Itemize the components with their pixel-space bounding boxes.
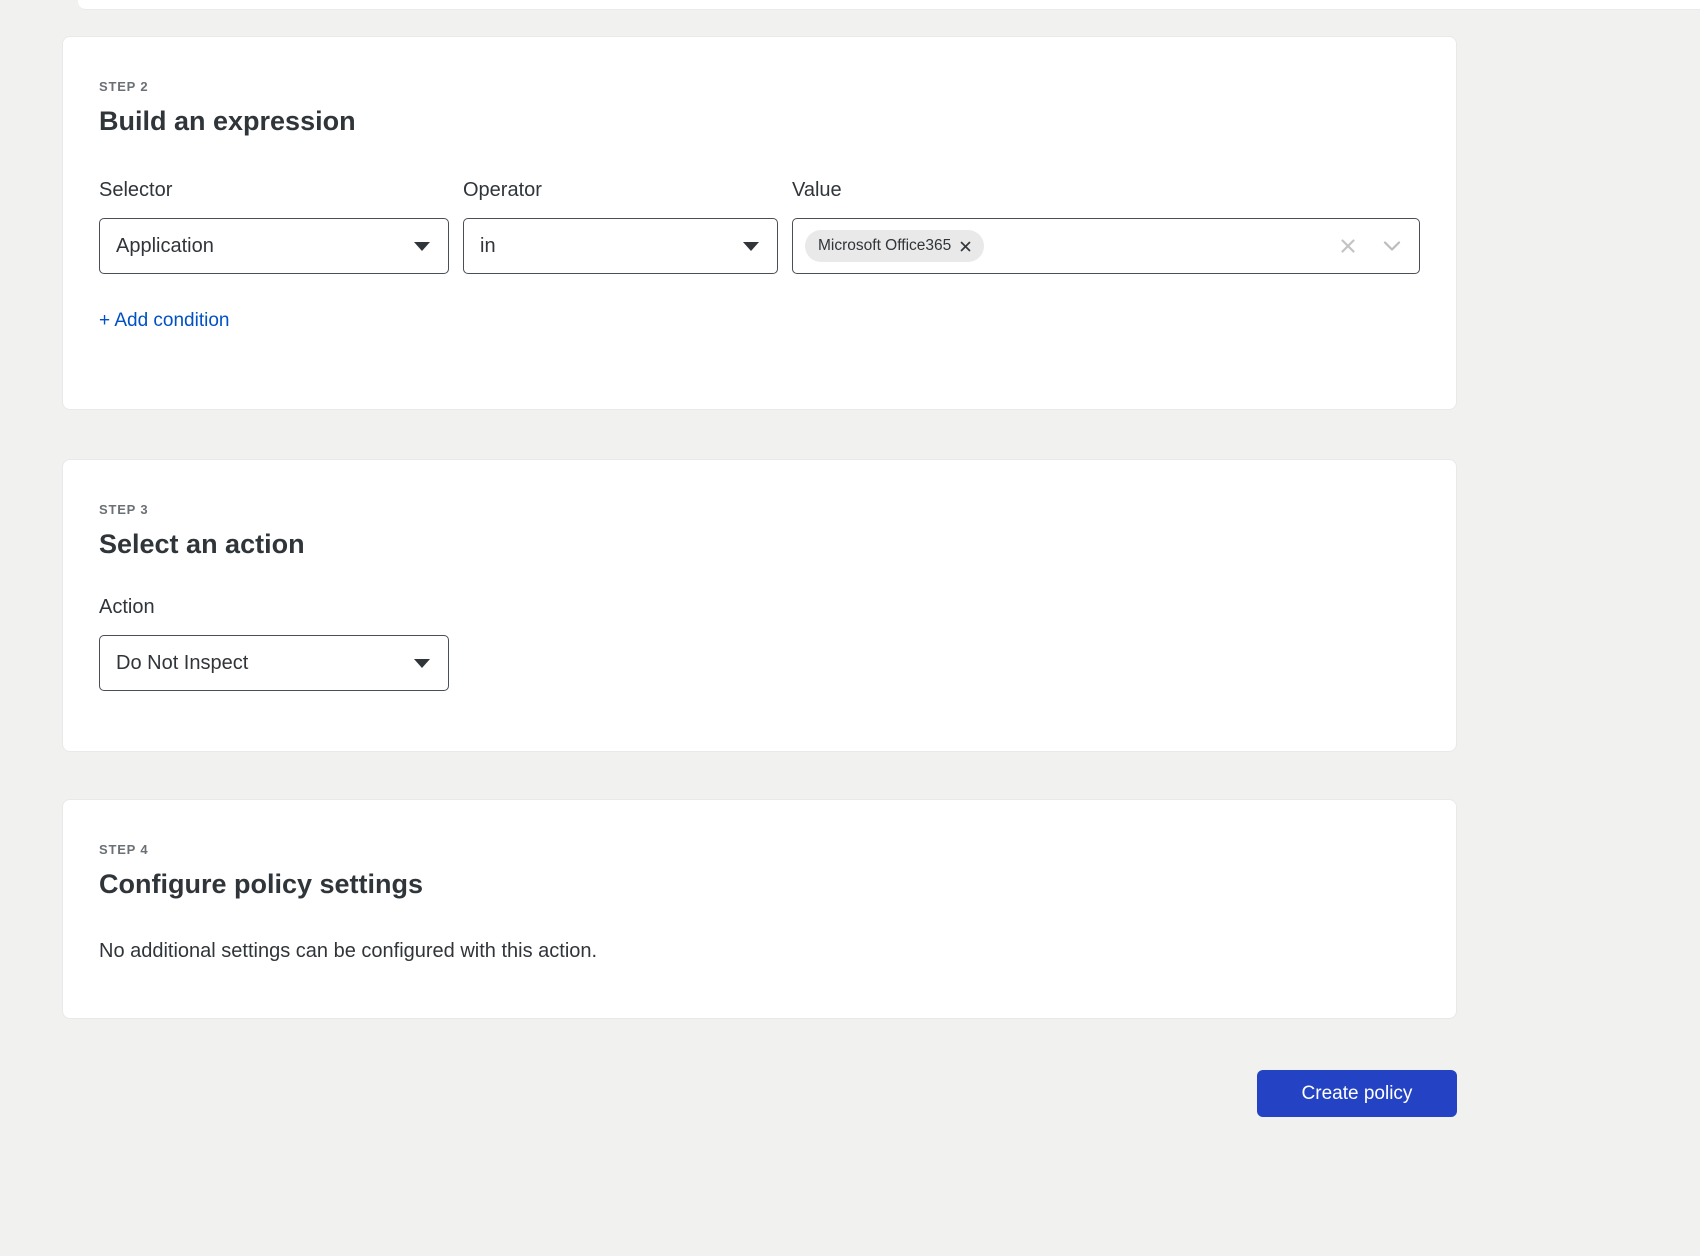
add-condition-link[interactable]: + Add condition	[99, 310, 229, 332]
selector-label: Selector	[99, 179, 449, 202]
operator-dropdown-value: in	[480, 235, 496, 258]
step4-label: STEP 4	[99, 842, 1420, 857]
action-label: Action	[99, 596, 1420, 619]
chevron-down-icon	[743, 242, 759, 251]
value-controls	[1339, 237, 1401, 255]
step3-label: STEP 3	[99, 502, 1420, 517]
step4-title: Configure policy settings	[99, 869, 1420, 900]
chevron-down-icon[interactable]	[1383, 238, 1401, 254]
selector-field-group: Selector Application	[99, 179, 449, 274]
chevron-down-icon	[414, 659, 430, 668]
step3-card: STEP 3 Select an action Action Do Not In…	[62, 459, 1457, 752]
previous-card-edge	[78, 0, 1700, 10]
operator-field-group: Operator in	[463, 179, 778, 274]
policy-builder-page: STEP 2 Build an expression Selector Appl…	[0, 0, 1700, 1256]
value-label: Value	[792, 179, 1420, 202]
step4-card: STEP 4 Configure policy settings No addi…	[62, 799, 1457, 1019]
chevron-down-icon	[414, 242, 430, 251]
selector-dropdown-value: Application	[116, 235, 214, 258]
step2-title: Build an expression	[99, 106, 1420, 137]
step2-card: STEP 2 Build an expression Selector Appl…	[62, 36, 1457, 410]
action-dropdown[interactable]: Do Not Inspect	[99, 635, 449, 691]
create-policy-button[interactable]: Create policy	[1257, 1070, 1457, 1117]
selector-dropdown[interactable]: Application	[99, 218, 449, 274]
tag-remove-close-icon[interactable]	[960, 241, 971, 252]
step3-title: Select an action	[99, 529, 1420, 560]
value-field-group: Value Microsoft Office365	[792, 179, 1420, 274]
step2-label: STEP 2	[99, 79, 1420, 94]
value-tag-label: Microsoft Office365	[818, 237, 951, 255]
operator-label: Operator	[463, 179, 778, 202]
clear-value-close-icon[interactable]	[1339, 237, 1357, 255]
operator-dropdown[interactable]: in	[463, 218, 778, 274]
value-multiselect[interactable]: Microsoft Office365	[792, 218, 1420, 274]
no-settings-note: No additional settings can be configured…	[99, 940, 1420, 963]
action-dropdown-value: Do Not Inspect	[116, 652, 248, 675]
expression-row: Selector Application Operator in Value M…	[99, 179, 1420, 274]
action-field-group: Action Do Not Inspect	[99, 596, 1420, 691]
value-tag: Microsoft Office365	[805, 230, 984, 262]
